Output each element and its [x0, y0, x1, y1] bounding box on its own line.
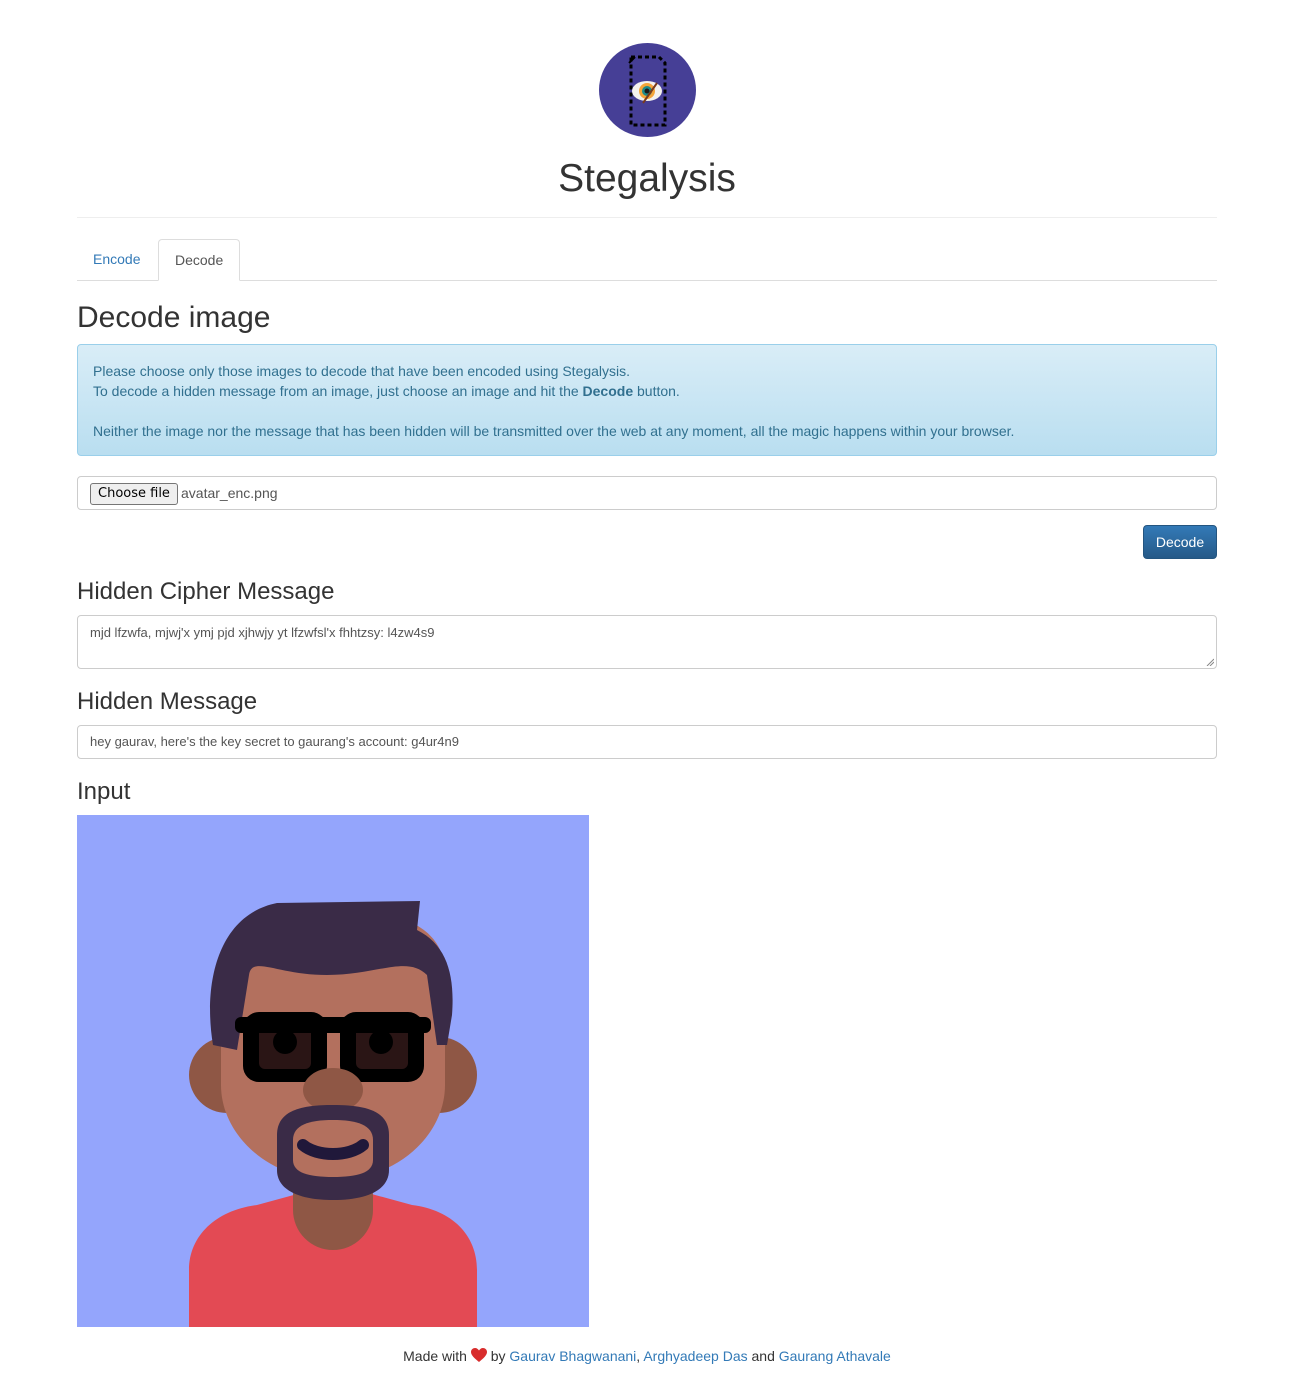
- tab-decode[interactable]: Decode: [158, 239, 241, 281]
- footer-by: by: [490, 1348, 506, 1364]
- cipher-heading: Hidden Cipher Message: [77, 578, 335, 605]
- info-line-2-bold: Decode: [582, 383, 634, 399]
- footer: Made with by Gaurav Bhagwanani, Arghyade…: [0, 1346, 1294, 1366]
- cipher-text: mjd lfzwfa, mjwj'x ymj pjd xjhwjy yt lfz…: [90, 625, 435, 640]
- resize-grip-icon[interactable]: [1206, 658, 1214, 666]
- input-image: [77, 815, 589, 1327]
- tab-encode[interactable]: Encode: [77, 239, 156, 281]
- decode-button[interactable]: Decode: [1143, 525, 1217, 559]
- footer-separator: ,: [636, 1348, 641, 1364]
- choose-file-button[interactable]: Choose file: [90, 483, 178, 505]
- page-container: Stegalysis Encode Decode Decode image Pl…: [77, 0, 1217, 1327]
- tab-bar: Encode Decode: [77, 239, 1217, 281]
- file-name: avatar_enc.png: [181, 485, 278, 501]
- info-line-2-suffix: button.: [633, 383, 680, 399]
- author-link-gaurav[interactable]: Gaurav Bhagwanani: [509, 1348, 636, 1364]
- info-line-3: Neither the image nor the message that h…: [93, 423, 1015, 439]
- footer-and: and: [751, 1348, 775, 1364]
- author-link-gaurang[interactable]: Gaurang Athavale: [779, 1348, 891, 1364]
- footer-made-with: Made with: [403, 1348, 467, 1364]
- file-input[interactable]: Choose file avatar_enc.png: [77, 476, 1217, 510]
- decode-heading: Decode image: [77, 301, 271, 334]
- hidden-message-field[interactable]: hey gaurav, here's the key secret to gau…: [77, 725, 1217, 759]
- page-header: Stegalysis: [77, 0, 1217, 218]
- heart-icon: [470, 1348, 487, 1362]
- hidden-message-heading: Hidden Message: [77, 688, 258, 715]
- info-alert: Please choose only those images to decod…: [77, 344, 1217, 456]
- app-title: Stegalysis: [558, 157, 736, 200]
- info-line-2-prefix: To decode a hidden message from an image…: [93, 383, 583, 399]
- author-link-arghyadeep[interactable]: Arghyadeep Das: [643, 1348, 747, 1364]
- input-heading: Input: [77, 778, 131, 805]
- cipher-textarea[interactable]: mjd lfzwfa, mjwj'x ymj pjd xjhwjy yt lfz…: [77, 615, 1217, 669]
- info-line-2: To decode a hidden message from an image…: [93, 381, 1201, 401]
- info-line-1: Please choose only those images to decod…: [93, 363, 631, 379]
- hidden-message-text: hey gaurav, here's the key secret to gau…: [90, 734, 459, 749]
- logo-icon: [599, 43, 696, 137]
